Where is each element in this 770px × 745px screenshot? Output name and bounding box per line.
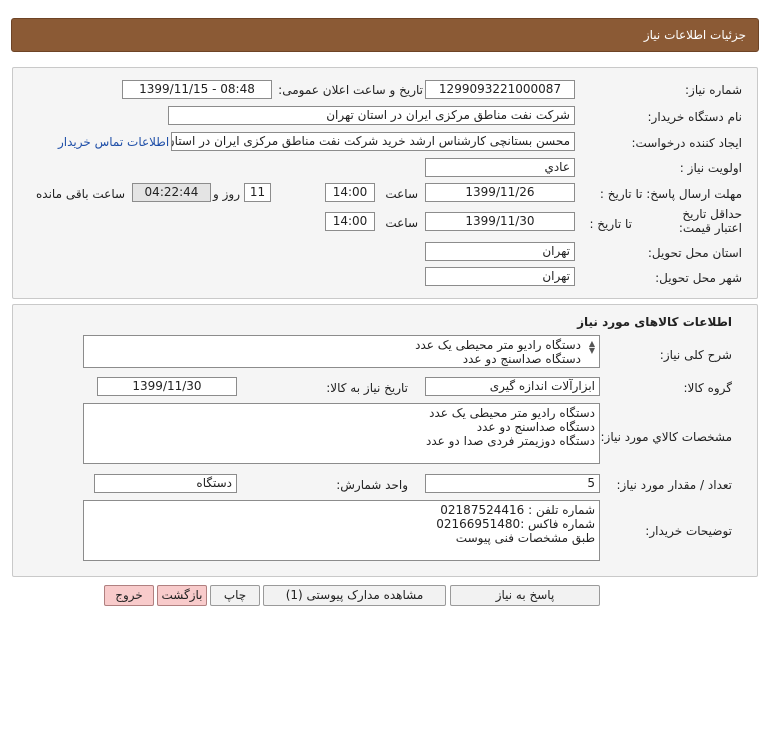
group-label: گروه کالا: (683, 381, 733, 395)
specs-textarea[interactable]: دستگاه رادیو متر محیطی یک عدد دستگاه صدا… (83, 403, 600, 464)
specs-label: مشخصات کالاي مورد نیاز: (600, 430, 732, 444)
page-header: جزئیات اطلاعات نیاز (11, 18, 759, 52)
buyer-field: شرکت نفت مناطق مرکزی ایران در استان تهرا… (168, 106, 575, 125)
qty-field: 5 (425, 474, 600, 493)
requester-label: ایجاد کننده درخواست: (631, 136, 742, 150)
desc-line: دستگاه صداسنج دو عدد (462, 352, 581, 366)
desc-line: دستگاه رادیو متر محیطی یک عدد (415, 338, 581, 352)
province-label: استان محل تحویل: (647, 246, 742, 260)
unit-field: دستگاه (94, 474, 237, 493)
announce-field: 1399/11/15 - 08:48 (122, 80, 272, 99)
print-button[interactable]: چاپ (210, 585, 260, 606)
priority-label: اولویت نیاز : (679, 161, 742, 175)
buyer-label: نام دستگاه خریدار: (647, 110, 743, 124)
buyer-contact-link[interactable]: اطلاعات تماس خریدار (58, 135, 169, 149)
notes-label: توضیحات خریدار: (645, 524, 732, 538)
qty-label: تعداد / مقدار مورد نیاز: (616, 478, 732, 492)
validity-time-field: 14:00 (325, 212, 375, 231)
validity-time-label: ساعت (385, 216, 418, 230)
specs-line: دستگاه صداسنج دو عدد (476, 420, 595, 434)
remaining-label: ساعت باقی مانده (36, 187, 126, 201)
need-date-field: 1399/11/30 (97, 377, 237, 396)
requester-field: محسن بستانچی کارشناس ارشد خرید شرکت نفت … (171, 132, 575, 151)
exit-button[interactable]: خروج (104, 585, 154, 606)
back-button[interactable]: بازگشت (157, 585, 207, 606)
remaining-time-field: 04:22:44 (132, 183, 211, 202)
desc-label: شرح کلی نیاز: (659, 348, 732, 362)
city-field: تهران (425, 267, 575, 286)
province-field: تهران (425, 242, 575, 261)
announce-label: تاریخ و ساعت اعلان عمومی: (278, 83, 423, 97)
need-date-label: تاریخ نیاز به کالا: (326, 381, 408, 395)
view-attachments-button[interactable]: مشاهده مدارک پیوستی (1) (263, 585, 446, 606)
notes-line: شماره فاکس :02166951480 (436, 517, 595, 531)
validity-label: حداقل تاریخ اعتبار قیمت: (678, 207, 742, 235)
notes-line: شماره تلفن : 02187524416 (440, 503, 595, 517)
specs-line: دستگاه دوزیمتر فردی صدا دو عدد (426, 434, 595, 448)
city-label: شهر محل تحویل: (655, 271, 742, 285)
priority-field: عادي (425, 158, 575, 177)
deadline-time-label: ساعت (385, 187, 418, 201)
need-number-field: 1299093221000087 (425, 80, 575, 99)
validity-to-label: تا تاریخ : (589, 217, 632, 231)
notes-textarea[interactable]: شماره تلفن : 02187524416 شماره فاکس :021… (83, 500, 600, 561)
general-info-panel (12, 67, 758, 299)
specs-line: دستگاه رادیو متر محیطی یک عدد (429, 406, 595, 420)
notes-line: طبق مشخصات فنی پیوست (455, 531, 595, 545)
need-number-label: شماره نیاز: (685, 83, 742, 97)
unit-label: واحد شمارش: (336, 478, 408, 492)
days-label: روز و (213, 187, 240, 201)
deadline-time-field: 14:00 (325, 183, 375, 202)
goods-section-title: اطلاعات کالاهای مورد نیاز (577, 315, 732, 329)
reply-button[interactable]: پاسخ به نیاز (450, 585, 600, 606)
validity-date-field: 1399/11/30 (425, 212, 575, 231)
scroll-arrows-icon[interactable]: ▲ ▼ (589, 340, 595, 355)
days-field: 11 (244, 183, 271, 202)
group-field: ابزارآلات اندازه گیری (425, 377, 600, 396)
deadline-label: مهلت ارسال پاسخ: تا تاریخ : (599, 187, 742, 201)
deadline-date-field: 1399/11/26 (425, 183, 575, 202)
desc-textarea[interactable]: دستگاه رادیو متر محیطی یک عدد دستگاه صدا… (83, 335, 600, 368)
page-title: جزئیات اطلاعات نیاز (643, 28, 746, 42)
